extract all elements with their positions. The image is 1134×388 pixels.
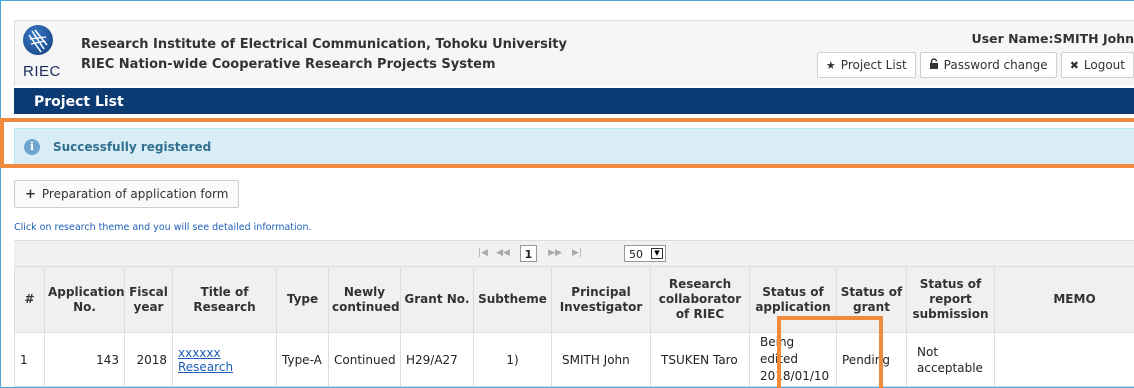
table-row: 1 143 2018 xxxxxx Research Type-A Continu… (14, 332, 1134, 387)
page-size-select[interactable]: 50 ▼ (624, 245, 666, 262)
project-list-label: Project List (840, 58, 907, 72)
star-icon: ★ (825, 58, 836, 72)
system-name: RIEC Nation-wide Cooperative Research Pr… (81, 57, 496, 72)
fiscal-year: 2018 (124, 332, 173, 387)
chevron-down-icon: ▼ (651, 248, 663, 259)
first-page-icon[interactable]: |◀ (476, 245, 490, 262)
page-size-value: 50 (629, 248, 643, 261)
principal-investigator: SMITH John (551, 332, 651, 387)
page-title: Project List (14, 88, 1134, 114)
col-header[interactable]: Grant No. (400, 266, 474, 333)
institute-name: Research Institute of Electrical Communi… (81, 37, 567, 52)
col-header[interactable]: Type (276, 266, 329, 333)
globe-icon (23, 25, 53, 55)
preparation-application-label: Preparation of application form (41, 187, 229, 201)
subtheme: 1) (473, 332, 552, 387)
col-header[interactable]: Title of Research (172, 266, 277, 333)
grant-no: H29/A27 (400, 332, 474, 387)
table-header-row: # Application No. Fiscal year Title of R… (14, 266, 1134, 333)
password-change-label: Password change (943, 58, 1048, 72)
logout-label: Logout (1083, 58, 1125, 72)
hint-text: Click on research theme and you will see… (14, 222, 312, 233)
plus-icon: + (25, 186, 36, 202)
user-name: User Name:SMITH John (971, 31, 1134, 46)
col-header[interactable]: Application No. (44, 266, 125, 333)
riec-logo: RIEC (21, 25, 60, 81)
col-header[interactable]: Newly continued (328, 266, 401, 333)
col-header[interactable]: Status of report submission (906, 266, 995, 333)
col-header[interactable]: Fiscal year (124, 266, 173, 333)
preparation-application-button[interactable]: + Preparation of application form (14, 180, 240, 208)
status-highlight-box (777, 316, 883, 388)
logo-text: RIEC (23, 63, 61, 80)
prev-page-icon[interactable]: ◀◀ (494, 245, 512, 262)
header-buttons: ★ Project List Password change ✖ Logout (813, 52, 1134, 78)
last-page-icon[interactable]: ▶| (570, 245, 584, 262)
next-page-icon[interactable]: ▶▶ (546, 245, 564, 262)
current-page-button[interactable]: 1 (520, 245, 537, 262)
col-header[interactable]: # (14, 266, 45, 333)
research-title-link[interactable]: xxxxxx Research (178, 346, 233, 374)
research-collaborator: TSUKEN Taro (650, 332, 750, 387)
report-status-line: acceptable (917, 360, 983, 375)
newly-continued: Continued (328, 332, 401, 387)
col-header[interactable]: MEMO (994, 266, 1134, 333)
application-no: 143 (44, 332, 125, 387)
report-status-line: Not (917, 344, 939, 359)
password-change-button[interactable]: Password change (919, 52, 1057, 78)
lock-icon (929, 58, 939, 72)
col-header[interactable]: Research collaborator of RIEC (650, 266, 750, 333)
research-title-cell: xxxxxx Research (172, 332, 277, 387)
project-table: # Application No. Fiscal year Title of R… (14, 266, 1134, 387)
close-icon: ✖ (1069, 58, 1079, 72)
row-number: 1 (14, 332, 45, 387)
col-header[interactable]: Principal Investigator (551, 266, 651, 333)
col-header[interactable]: Subtheme (473, 266, 552, 333)
logout-button[interactable]: ✖ Logout (1060, 52, 1134, 78)
project-list-button[interactable]: ★ Project List (816, 52, 916, 78)
report-status-cell: Not acceptable (906, 332, 995, 387)
memo (994, 332, 1134, 387)
app-header: RIEC Research Institute of Electrical Co… (14, 20, 1134, 86)
alert-highlight-box (0, 118, 1134, 168)
type: Type-A (276, 332, 329, 387)
pagination: |◀ ◀◀ 1 ▶▶ ▶| 50 ▼ (14, 240, 1134, 266)
